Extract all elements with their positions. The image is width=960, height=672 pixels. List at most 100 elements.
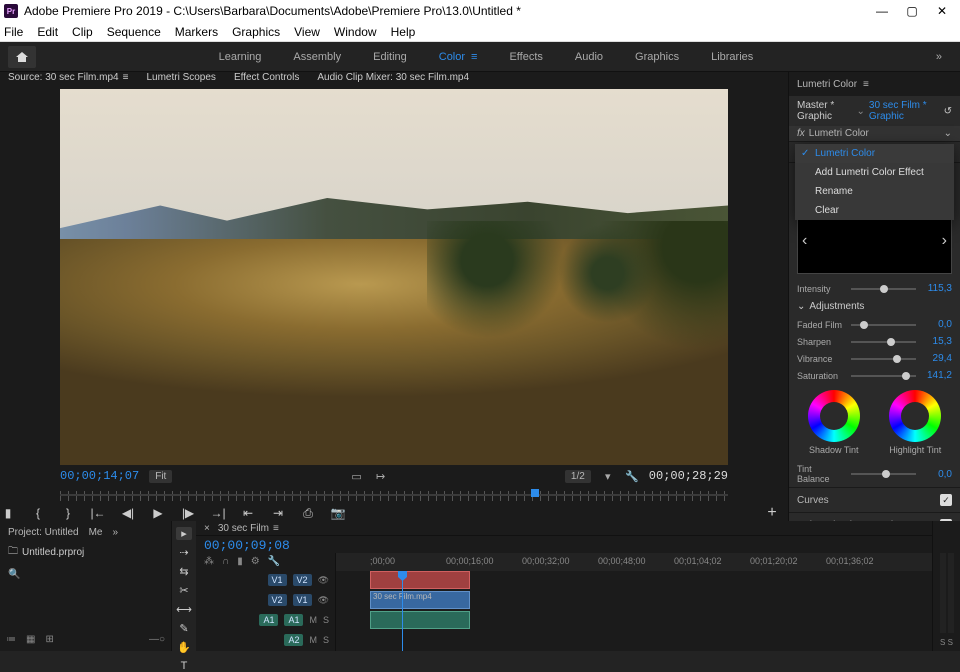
workspace-tab-editing[interactable]: Editing (373, 51, 407, 63)
panel-menu-icon[interactable]: ≡ (863, 79, 869, 90)
track-a2-mute[interactable]: M (309, 635, 317, 645)
media-tab[interactable]: Me (89, 527, 103, 538)
maximize-button[interactable]: ▢ (906, 5, 918, 17)
section-check[interactable]: ✓ (940, 494, 952, 506)
lumetri-menu-item-0[interactable]: Lumetri Color (795, 144, 954, 163)
export-frame-button[interactable]: ⎙ (300, 505, 316, 521)
clip-graphic[interactable] (370, 571, 470, 589)
menu-markers[interactable]: Markers (175, 25, 218, 39)
meter-solo-right[interactable]: S (948, 638, 953, 647)
source-tab-3[interactable]: Audio Clip Mixer: 30 sec Film.mp4 (317, 72, 469, 83)
razor-tool[interactable]: ✂ (176, 584, 192, 597)
slider-track[interactable] (851, 341, 916, 343)
slider-value[interactable]: 0,0 (922, 319, 952, 330)
slider-value[interactable]: 141,2 (922, 370, 952, 381)
timeline-timecode[interactable]: 00;00;09;08 (196, 536, 932, 553)
menu-clip[interactable]: Clip (72, 25, 93, 39)
crumb-clip[interactable]: 30 sec Film * Graphic (869, 100, 940, 122)
track-v2-label[interactable]: V2 (293, 574, 312, 586)
settings-wrench-icon[interactable]: 🔧 (625, 469, 639, 483)
track-select-tool[interactable]: ⇢ (176, 546, 192, 559)
menu-help[interactable]: Help (391, 25, 416, 39)
lumetri-menu-item-2[interactable]: Rename (795, 182, 954, 201)
adjustments-header[interactable]: ⌄ Adjustments (789, 297, 960, 316)
lumetri-menu-item-1[interactable]: Add Lumetri Color Effect (795, 163, 954, 182)
project-tab[interactable]: Project: Untitled (8, 527, 79, 538)
timecode-out[interactable]: 00;00;28;29 (649, 469, 728, 483)
timeline-playhead[interactable] (402, 571, 403, 651)
zoom-slider-handle[interactable]: —○ (149, 634, 165, 645)
icon-view-button[interactable]: ▦ (26, 634, 35, 645)
lumetri-menu-item-3[interactable]: Clear (795, 201, 954, 220)
look-next-button[interactable]: › (942, 232, 947, 250)
selection-tool[interactable]: ▸ (176, 527, 192, 540)
button-editor-plus[interactable]: + (764, 505, 780, 521)
mark-in-button[interactable]: { (30, 505, 46, 521)
track-v1-toggle[interactable]: 👁 (318, 595, 329, 606)
type-tool[interactable]: T (176, 660, 192, 672)
hand-tool[interactable]: ✋ (176, 641, 192, 654)
insert-button[interactable]: ⇤ (240, 505, 256, 521)
close-button[interactable]: ✕ (936, 5, 948, 17)
overwrite-button[interactable]: ⇥ (270, 505, 286, 521)
zoom-fit-select[interactable]: Fit (149, 470, 172, 483)
marker-icon[interactable]: ▮ (237, 556, 243, 567)
panel-overflow-icon[interactable]: » (113, 527, 119, 538)
shadow-tint-wheel[interactable] (808, 390, 860, 442)
intensity-value[interactable]: 115,3 (922, 283, 952, 294)
workspace-tab-graphics[interactable]: Graphics (635, 51, 679, 63)
lumetri-effect-dropdown[interactable]: fx Lumetri Color ⌄ Lumetri ColorAdd Lume… (789, 126, 960, 141)
monitor-scrub-bar[interactable] (60, 487, 728, 503)
meter-solo-left[interactable]: S (940, 638, 945, 647)
project-file-row[interactable]: 🗀 Untitled.prproj (4, 540, 167, 565)
track-a1-mute[interactable]: M (309, 615, 317, 625)
sequence-tab[interactable]: 30 sec Film ≡ (218, 523, 279, 534)
camera-icon[interactable]: 📷 (330, 505, 346, 521)
go-to-out-button[interactable]: →| (210, 505, 226, 521)
workspace-tab-learning[interactable]: Learning (219, 51, 262, 63)
menu-sequence[interactable]: Sequence (107, 25, 161, 39)
menu-file[interactable]: File (4, 25, 23, 39)
workspace-tab-color[interactable]: Color ≡ (439, 51, 478, 63)
source-tab-0[interactable]: Source: 30 sec Film.mp4 ≡ (8, 72, 128, 83)
track-v1-label[interactable]: V1 (293, 594, 312, 606)
pen-tool[interactable]: ✎ (176, 622, 192, 635)
track-v2-toggle[interactable]: 👁 (318, 575, 329, 586)
crumb-master[interactable]: Master * Graphic (797, 100, 853, 122)
slider-track[interactable] (851, 324, 916, 326)
timeline-ruler[interactable]: ;00;0000;00;16;0000;00;32;0000;00;48;000… (336, 553, 932, 571)
track-v2-source[interactable]: V2 (268, 594, 287, 606)
lumetri-section-curves[interactable]: Curves✓ (789, 487, 960, 512)
step-back-button[interactable]: ◀| (120, 505, 136, 521)
highlight-tint-wheel[interactable] (889, 390, 941, 442)
reset-icon[interactable]: ↺ (944, 106, 952, 117)
linked-selection-icon[interactable]: ∩ (222, 556, 229, 567)
track-a1-label[interactable]: A1 (284, 614, 303, 626)
resolution-select[interactable]: 1/2 (565, 470, 591, 483)
output-icon[interactable]: ↦ (374, 469, 388, 483)
list-view-button[interactable]: ≔ (6, 634, 16, 645)
timecode-in[interactable]: 00;00;14;07 (60, 469, 139, 483)
menu-window[interactable]: Window (334, 25, 377, 39)
step-forward-button[interactable]: |▶ (180, 505, 196, 521)
workspace-tab-assembly[interactable]: Assembly (293, 51, 341, 63)
freeform-view-button[interactable]: ⊞ (45, 634, 53, 645)
tint-balance-slider[interactable] (851, 473, 916, 475)
track-v1-source[interactable]: V1 (268, 574, 287, 586)
intensity-slider[interactable] (851, 288, 916, 290)
program-monitor-video[interactable] (60, 89, 728, 465)
ripple-edit-tool[interactable]: ⇆ (176, 565, 192, 578)
playhead-marker[interactable] (531, 489, 539, 497)
workspace-tab-effects[interactable]: Effects (509, 51, 542, 63)
mark-out-button[interactable]: } (60, 505, 76, 521)
minimize-button[interactable]: — (876, 5, 888, 17)
home-button[interactable] (8, 46, 36, 68)
chevron-down-icon[interactable]: ▾ (601, 469, 615, 483)
workspace-tab-audio[interactable]: Audio (575, 51, 603, 63)
clip-video[interactable]: 30 sec Film.mp4 (370, 591, 470, 609)
project-search-input[interactable] (20, 569, 163, 580)
workspace-tab-libraries[interactable]: Libraries (711, 51, 753, 63)
menu-graphics[interactable]: Graphics (232, 25, 280, 39)
slider-track[interactable] (851, 358, 916, 360)
slider-track[interactable] (851, 375, 916, 377)
